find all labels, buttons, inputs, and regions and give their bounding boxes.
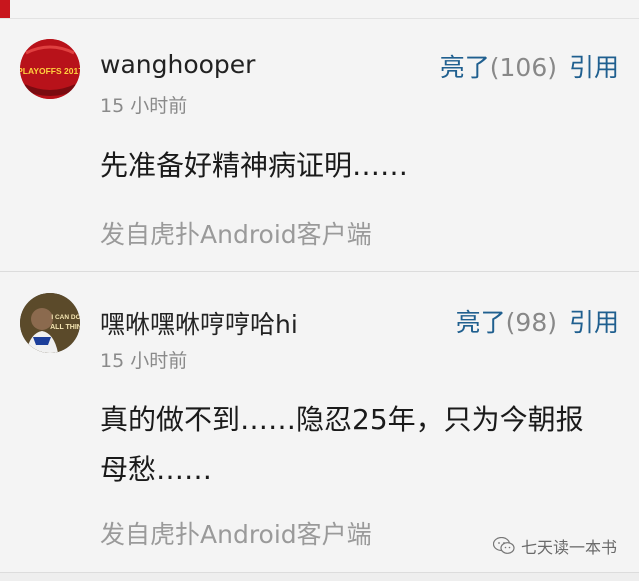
wechat-watermark: 七天读一本书 (492, 534, 617, 558)
timestamp: 15 小时前 (100, 95, 188, 117)
user-avatar[interactable]: PLAYOFFS 2017 (20, 39, 80, 99)
comment-text: 先准备好精神病证明…… (100, 149, 409, 182)
timestamp: 15 小时前 (100, 350, 188, 372)
client-source: 发自虎扑Android客户端 (100, 520, 372, 549)
comment-actions: 亮了(106) 引用 (440, 48, 619, 84)
quote-button[interactable]: 引用 (569, 308, 619, 337)
player-photo-avatar-icon: I CAN DO ALL THIN (20, 293, 80, 353)
username[interactable]: wanghooper (100, 50, 255, 79)
like-label: 亮了 (455, 308, 506, 337)
username[interactable]: 嘿咻嘿咻哼哼哈hi (100, 305, 298, 341)
bottom-strip (0, 573, 639, 581)
top-divider-bar (0, 0, 639, 19)
wechat-icon (492, 537, 515, 554)
avatar-overlay-text-2: ALL THIN (50, 324, 80, 331)
accent-marker (0, 0, 10, 18)
watermark-text: 七天读一本书 (520, 538, 617, 557)
quote-button[interactable]: 引用 (569, 53, 619, 82)
like-count: (106) (489, 53, 557, 82)
like-label: 亮了 (439, 53, 490, 82)
like-button[interactable]: 亮了(106) (440, 53, 557, 82)
comment-actions: 亮了(98) 引用 (456, 303, 619, 339)
user-avatar[interactable]: I CAN DO ALL THIN (20, 293, 80, 353)
client-source: 发自虎扑Android客户端 (100, 220, 372, 249)
avatar-logo-text: PLAYOFFS 2017 (20, 66, 80, 76)
comment-text: 真的做不到……隐忍25年，只为今朝报母愁…… (100, 403, 584, 486)
playoffs-2017-avatar-icon: PLAYOFFS 2017 (20, 39, 80, 99)
avatar-overlay-text: I CAN DO (51, 314, 80, 321)
like-button[interactable]: 亮了(98) (456, 308, 557, 337)
comment-item: PLAYOFFS 2017 wanghooper 15 小时前 亮了(106) 引… (0, 19, 639, 272)
like-count: (98) (505, 308, 557, 337)
comment-item: I CAN DO ALL THIN 嘿咻嘿咻哼哼哈hi 15 小时前 亮了(98… (0, 272, 639, 573)
